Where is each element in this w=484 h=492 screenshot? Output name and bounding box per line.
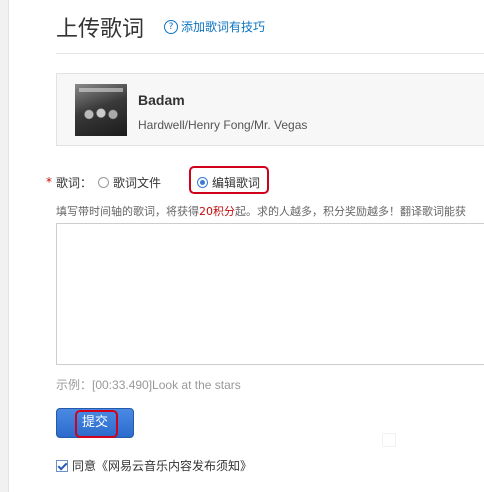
watermark-icon [382,433,396,447]
required-asterisk: * [46,175,52,189]
watermark-logo [382,433,396,447]
song-artists: Hardwell/Henry Fong/Mr. Vegas [138,118,308,132]
song-card: Badam Hardwell/Henry Fong/Mr. Vegas [56,73,484,146]
radio-lyric-file[interactable]: 歌词文件 [98,174,161,191]
lyrics-option-row: * 歌词： 歌词文件 [46,172,161,192]
album-cover [75,84,127,136]
left-sidebar-edge [0,0,9,492]
submit-highlight [75,410,118,438]
page-title: 上传歌词 [56,17,145,42]
agreement-row: 同意《网易云音乐内容发布须知》 [56,457,252,474]
lyrics-textarea[interactable] [56,223,484,365]
tips-link-label: 添加歌词有技巧 [181,20,266,34]
hint-reward: 20积分 [199,205,235,218]
lyrics-hint: 填写带时间轴的歌词，将获得20积分起。求的人越多，积分奖励越多！翻译歌词能获 [56,203,466,219]
radio-edit-lyrics-label: 编辑歌词 [212,175,261,190]
radio-checked-icon [197,176,208,188]
title-divider [56,53,484,54]
hint-text-before: 填写带时间轴的歌词，将获得 [56,205,199,218]
question-icon: ? [164,19,178,34]
radio-edit-lyrics[interactable]: 编辑歌词 [197,172,260,192]
lyrics-example: 示例：[00:33.490]Look at the stars [56,378,241,392]
agreement-text[interactable]: 同意《网易云音乐内容发布须知》 [72,457,252,474]
radio-unchecked-icon [98,176,110,188]
hint-text-after: 起。求的人越多，积分奖励越多！翻译歌词能获 [235,205,466,218]
radio-lyric-file-label: 歌词文件 [113,175,162,190]
agreement-checkbox[interactable] [56,459,68,472]
lyrics-label: 歌词： [56,175,93,190]
song-name: Badam [138,92,185,108]
tips-link[interactable]: ? 添加歌词有技巧 [164,18,265,35]
